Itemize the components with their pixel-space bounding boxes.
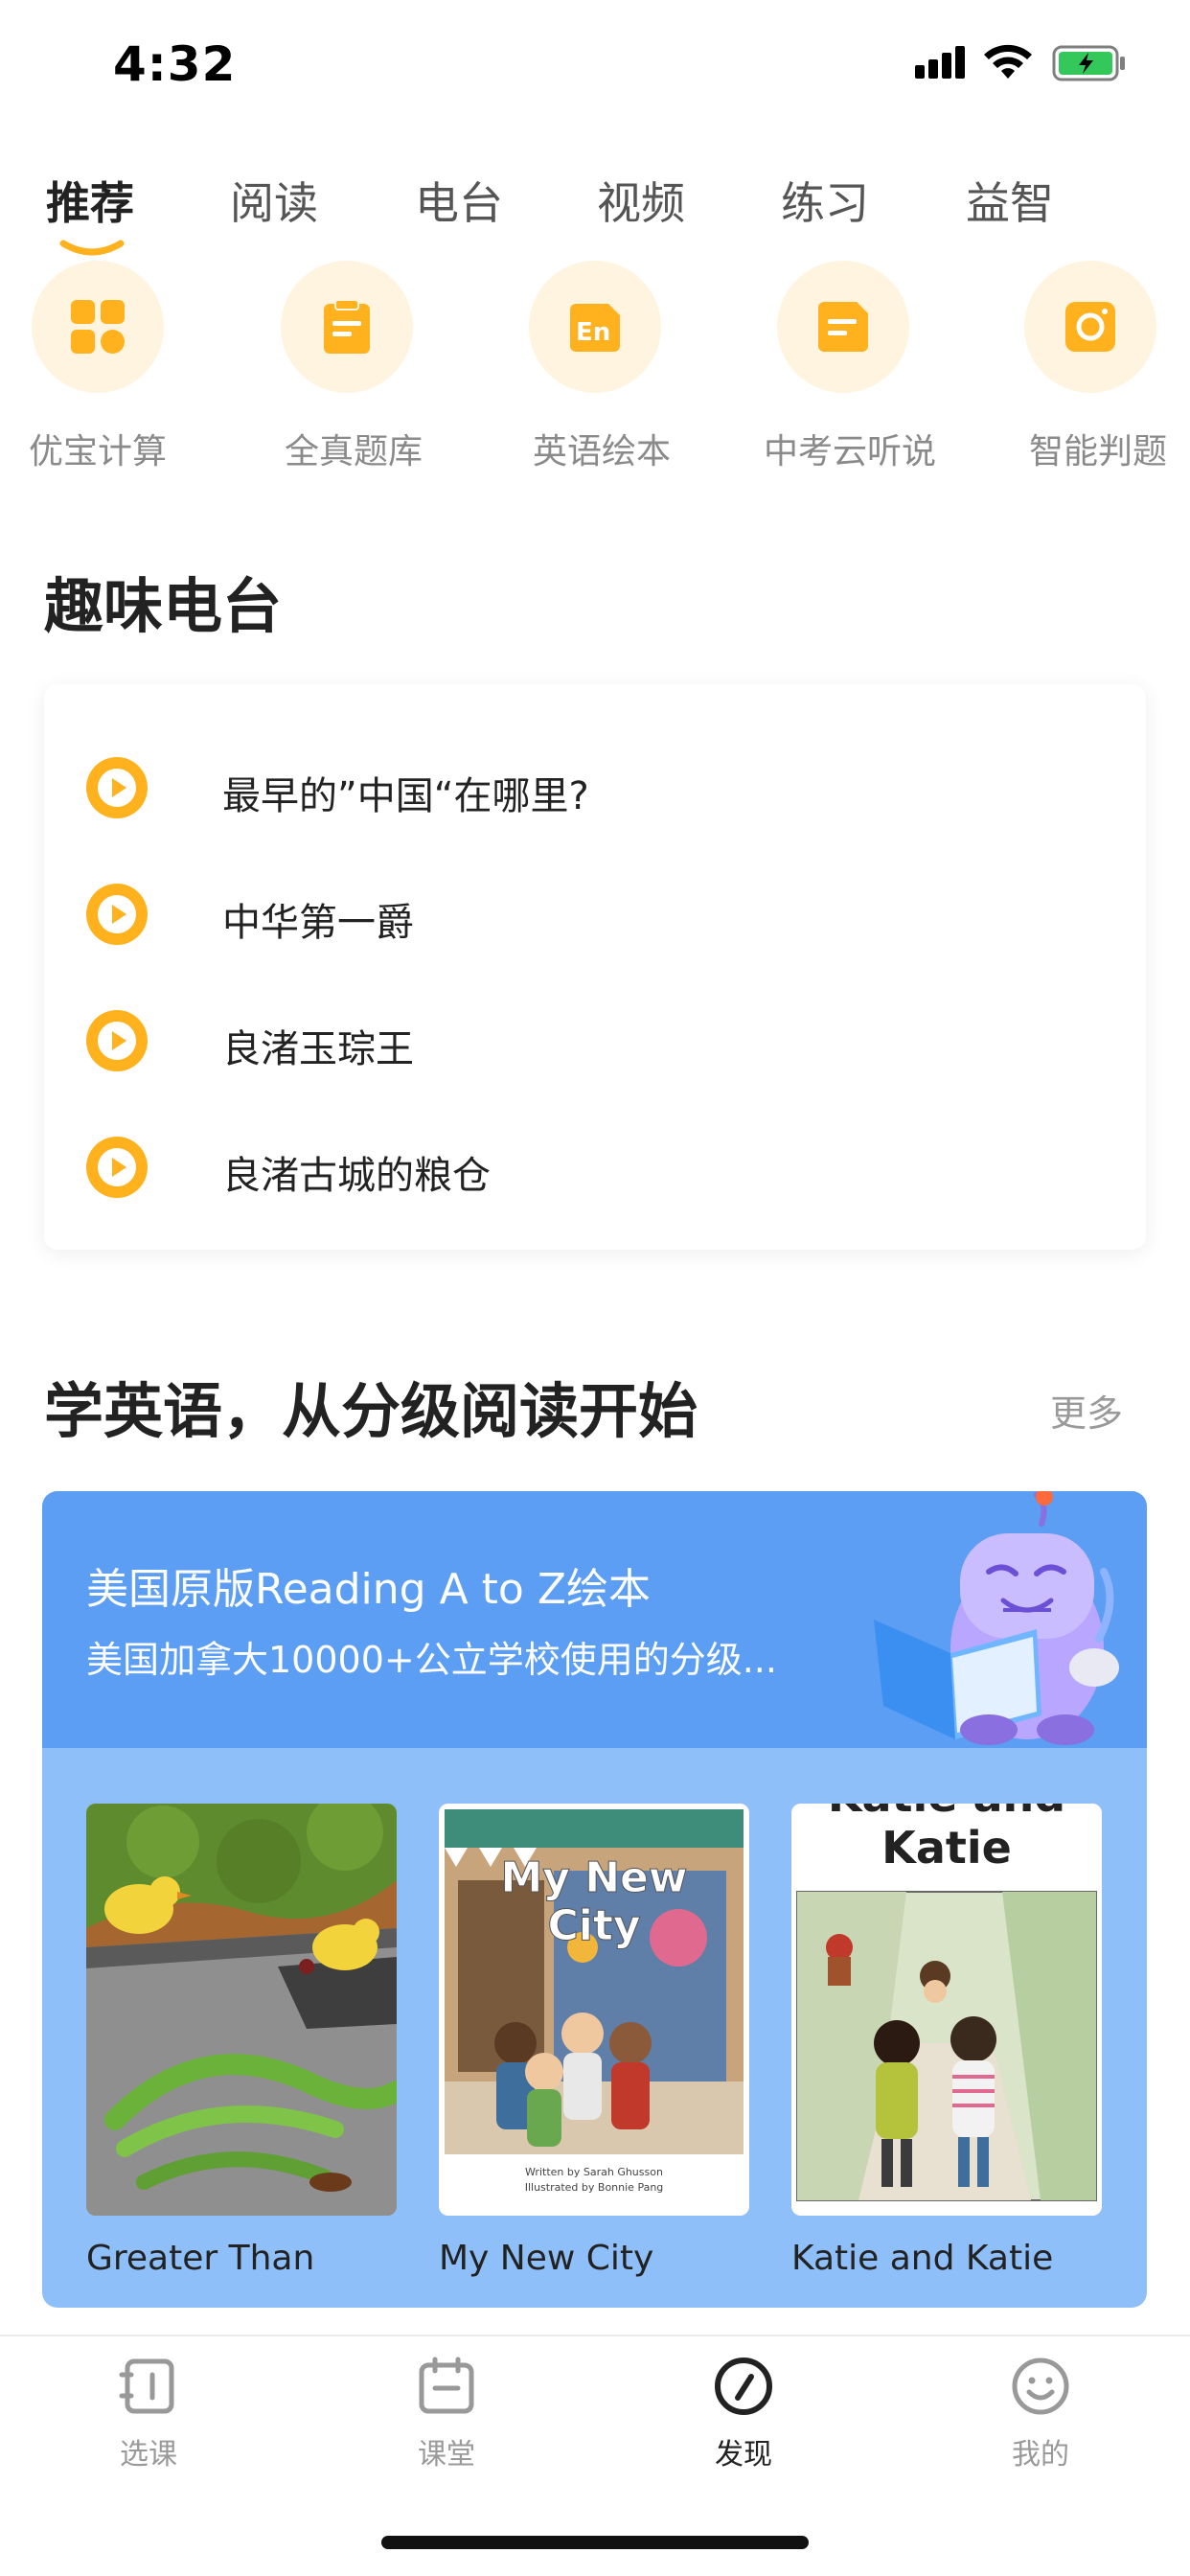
quick-entry-label: 全真题库	[284, 432, 423, 472]
document-icon	[818, 302, 868, 352]
home-indicator[interactable]	[381, 2536, 809, 2549]
nav-label: 选课	[120, 2438, 177, 2472]
radio-section-title: 趣味电台	[44, 571, 283, 641]
radio-item[interactable]: 最早的”中国“在哪里?	[84, 755, 1100, 822]
cover-title-line1: Katie and	[828, 1804, 1065, 1822]
compass-icon	[715, 2358, 772, 2415]
cover-title-line2: Katie	[881, 1822, 1012, 1874]
reading-az-card[interactable]: 美国原版Reading A to Z绘本 美国加拿大10000+公立学校使用的分…	[42, 1491, 1147, 2308]
robot-reading-illustration	[874, 1491, 1119, 1745]
play-icon[interactable]	[84, 1135, 149, 1200]
book-cover-greater-than[interactable]	[86, 1804, 397, 2216]
grid-icon	[71, 300, 125, 354]
book-title[interactable]: Greater Than	[86, 2239, 314, 2278]
cover-title-line2: City	[547, 1901, 640, 1950]
quick-entry-listening[interactable]: 中考云听说	[744, 259, 955, 479]
radio-card: 最早的”中国“在哪里? 中华第一爵 良渚玉琮王 良渚古城的粮仓	[44, 684, 1146, 1250]
play-icon[interactable]	[84, 1008, 149, 1073]
quick-entry-calculation[interactable]: 优宝计算	[0, 259, 211, 479]
nav-label: 发现	[715, 2438, 772, 2472]
quick-entry-question-bank[interactable]: 全真题库	[248, 259, 459, 479]
book-cover-illustration: Katie and Katie	[791, 1804, 1102, 2216]
radio-item-title: 良渚古城的粮仓	[222, 1154, 491, 1198]
banner-subtitle: 美国加拿大10000+公立学校使用的分级...	[86, 1639, 777, 1681]
tab-reading[interactable]: 阅读	[230, 169, 318, 232]
quick-entry-smart-grading[interactable]: 智能判题	[993, 259, 1190, 479]
radio-item[interactable]: 良渚玉琮王	[84, 1008, 1100, 1075]
reading-section-title: 学英语，从分级阅读开始	[44, 1376, 698, 1446]
play-icon[interactable]	[84, 882, 149, 947]
quick-entry-row: 优宝计算 全真题库 En 英语绘本 中考云听说 智能判题	[0, 259, 1190, 479]
radio-item-title: 中华第一爵	[222, 901, 414, 945]
calendar-icon	[419, 2357, 474, 2414]
more-link[interactable]: 更多	[1050, 1384, 1123, 1437]
radio-item[interactable]: 良渚古城的粮仓	[84, 1135, 1100, 1202]
status-time: 4:32	[113, 36, 237, 92]
quick-entry-label: 中考云听说	[763, 432, 936, 472]
nav-item-classroom[interactable]: 课堂	[370, 2356, 523, 2480]
reading-banner[interactable]: 美国原版Reading A to Z绘本 美国加拿大10000+公立学校使用的分…	[42, 1491, 1147, 1748]
english-book-icon: En	[570, 304, 620, 352]
tab-puzzle[interactable]: 益智	[966, 169, 1054, 232]
clipboard-icon	[324, 299, 370, 354]
quick-entry-english-books[interactable]: En 英语绘本	[496, 259, 707, 479]
tab-recommend[interactable]: 推荐	[46, 169, 134, 232]
nav-label: 课堂	[418, 2438, 475, 2472]
svg-text:En: En	[576, 318, 610, 347]
book-cover-my-new-city[interactable]: My New City Written by Sarah Ghusson Ill…	[439, 1804, 749, 2216]
signal-icon	[915, 46, 965, 79]
active-tab-indicator	[59, 240, 125, 256]
nav-item-discover[interactable]: 发现	[667, 2356, 820, 2480]
cover-credit-author: Written by Sarah Ghusson	[525, 2166, 663, 2178]
radio-item-title: 良渚玉琮王	[222, 1027, 414, 1071]
radio-item-title: 最早的”中国“在哪里?	[222, 774, 589, 818]
cover-credit-illustrator: Illustrated by Bonnie Pang	[525, 2181, 664, 2194]
course-icon	[119, 2358, 174, 2414]
smile-icon	[1012, 2358, 1069, 2415]
nav-item-mine[interactable]: 我的	[964, 2356, 1117, 2480]
tab-practice[interactable]: 练习	[781, 169, 869, 232]
tab-radio[interactable]: 电台	[415, 169, 503, 232]
status-bar: 4:32	[0, 0, 1190, 129]
book-cover-illustration: My New City Written by Sarah Ghusson Ill…	[439, 1804, 749, 2216]
radio-item[interactable]: 中华第一爵	[84, 882, 1100, 949]
book-title[interactable]: Katie and Katie	[791, 2239, 1053, 2278]
banner-title: 美国原版Reading A to Z绘本	[86, 1565, 651, 1614]
quick-entry-label: 优宝计算	[28, 432, 167, 472]
nav-item-course[interactable]: 选课	[72, 2356, 225, 2480]
book-cover-katie-and-katie[interactable]: Katie and Katie	[791, 1804, 1102, 2216]
battery-icon	[1052, 45, 1125, 81]
book-title[interactable]: My New City	[439, 2239, 653, 2278]
camera-icon	[1065, 302, 1115, 352]
quick-entry-label: 智能判题	[1028, 432, 1167, 472]
book-cover-illustration	[86, 1804, 397, 2216]
quick-entry-label: 英语绘本	[532, 432, 671, 472]
cover-title-line1: My New	[500, 1853, 687, 1902]
nav-label: 我的	[1012, 2438, 1069, 2472]
top-tab-bar: 推荐 阅读 电台 视频 练习 益智	[0, 161, 1190, 257]
tab-video[interactable]: 视频	[597, 169, 685, 232]
wifi-icon	[984, 44, 1032, 79]
play-icon[interactable]	[84, 755, 149, 820]
